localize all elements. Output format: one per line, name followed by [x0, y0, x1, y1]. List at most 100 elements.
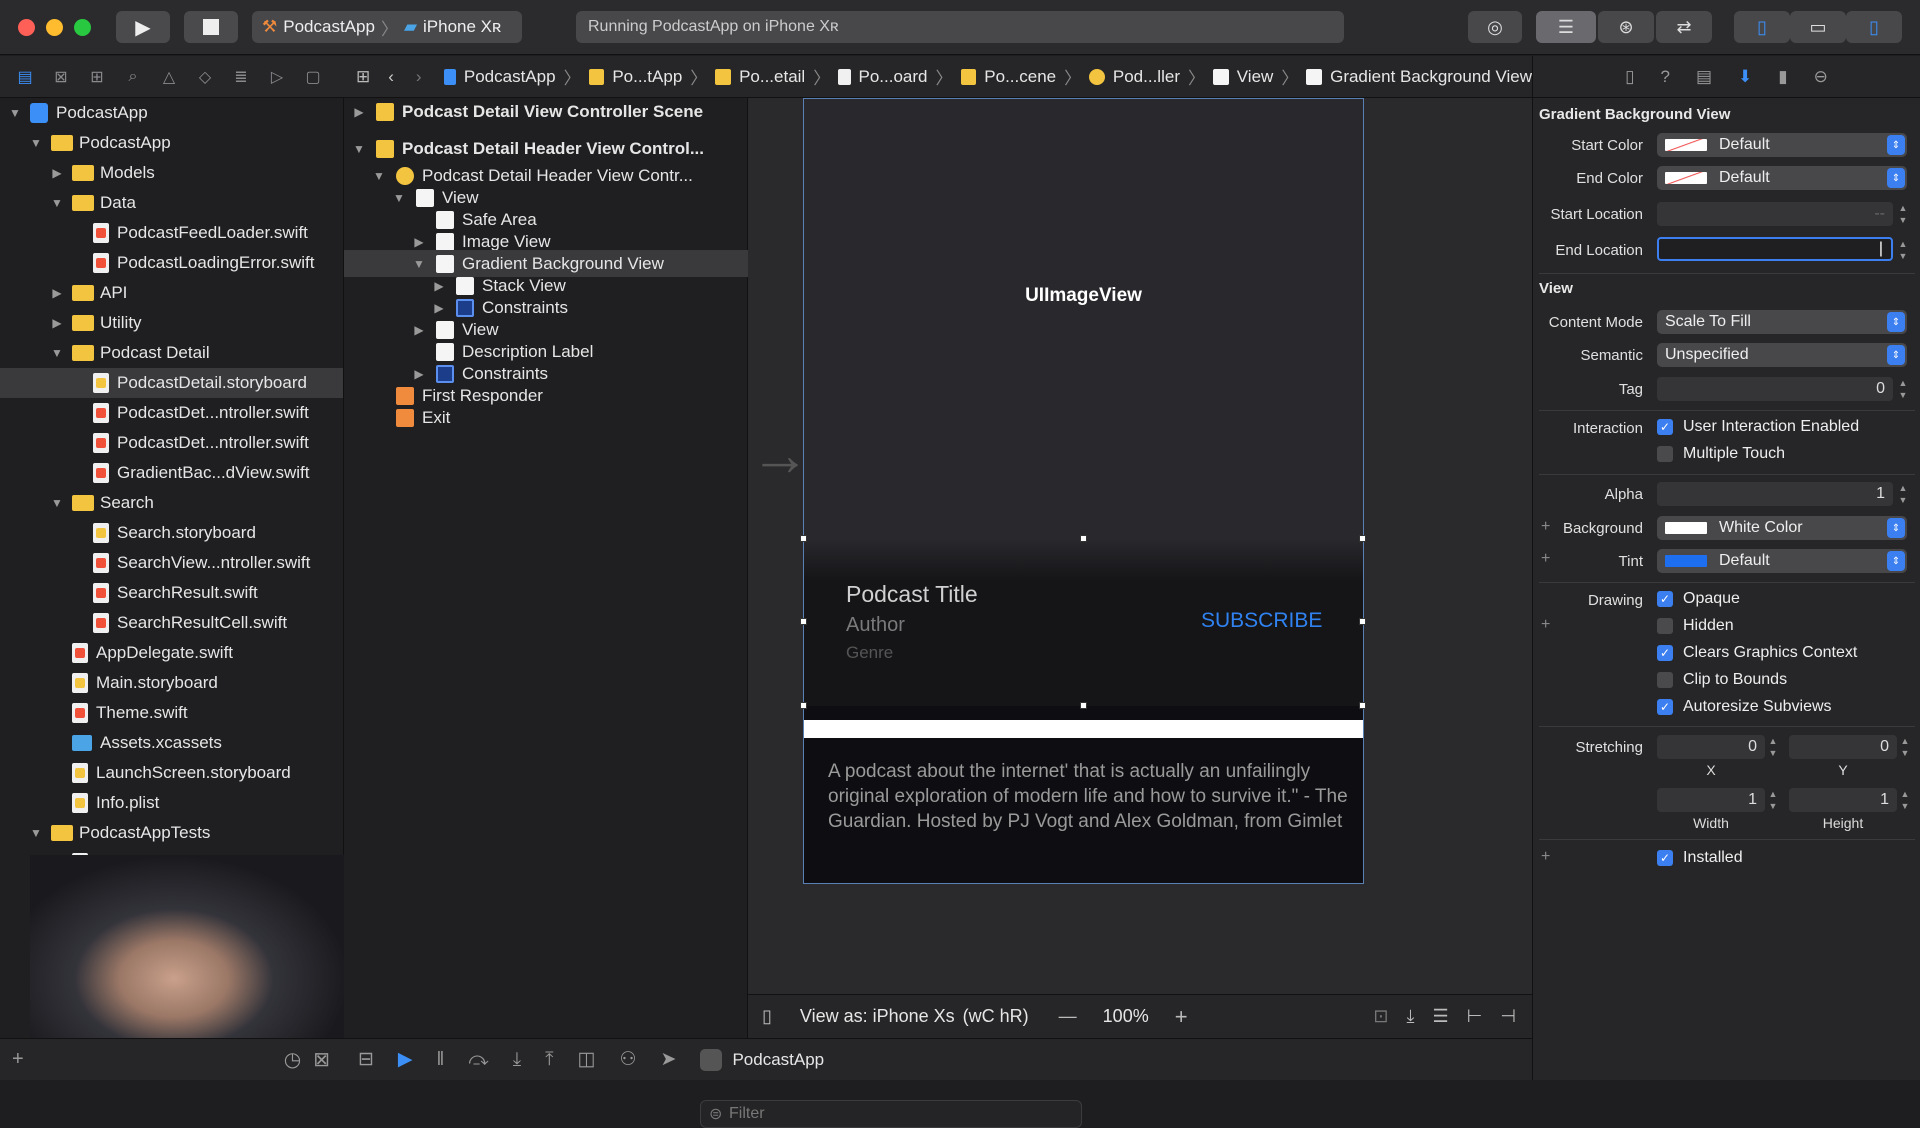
background-popup[interactable]: White Color ⇕: [1657, 516, 1907, 540]
navigator-row[interactable]: AppDelegate.swift: [0, 638, 343, 668]
close-window-button[interactable]: [18, 18, 35, 36]
jumpbar-item[interactable]: Po...cene: [984, 67, 1056, 87]
zoom-window-button[interactable]: [74, 18, 91, 36]
breakpoints-icon[interactable]: ▶: [398, 1048, 413, 1071]
zoom-out-icon[interactable]: —: [1059, 1006, 1077, 1027]
opaque-checkbox[interactable]: ✓ Opaque: [1657, 590, 1740, 608]
disclosure-triangle-icon[interactable]: ▼: [372, 169, 386, 183]
minimize-window-button[interactable]: [46, 18, 63, 36]
tint-popup[interactable]: Default ⇕: [1657, 549, 1907, 573]
add-variation-icon[interactable]: +: [1541, 616, 1550, 634]
toggle-debug-area-button[interactable]: ▭: [1790, 11, 1846, 43]
jumpbar-item[interactable]: Po...etail: [739, 67, 805, 87]
end-color-popup[interactable]: Default ⇕: [1657, 166, 1907, 190]
disclosure-triangle-icon[interactable]: ▼: [50, 496, 64, 510]
folder-icon[interactable]: ▤: [14, 66, 36, 88]
content-mode-popup[interactable]: Scale To Fill ⇕: [1657, 310, 1907, 334]
identity-icon[interactable]: ▤: [1696, 67, 1712, 87]
pause-icon[interactable]: ‖: [437, 1049, 445, 1071]
breakpoint-icon[interactable]: ▷: [266, 66, 288, 88]
navigator-row[interactable]: Theme.swift: [0, 698, 343, 728]
disclosure-triangle-icon[interactable]: ▼: [392, 191, 406, 205]
stretch-x-stepper[interactable]: ▲ ▼: [1767, 735, 1779, 759]
stack-icon[interactable]: ☰: [1432, 1006, 1448, 1027]
navigator-row[interactable]: PodcastLoadingError.swift: [0, 248, 343, 278]
size-icon[interactable]: ▮: [1778, 67, 1787, 87]
toggle-outline-icon[interactable]: ▯: [762, 1006, 772, 1027]
resize-handle[interactable]: [1359, 702, 1366, 709]
multiple-touch-checkbox[interactable]: Multiple Touch: [1657, 445, 1785, 463]
debug-icon[interactable]: ≣: [230, 66, 252, 88]
autoresize-checkbox[interactable]: ✓ Autoresize Subviews: [1657, 698, 1832, 716]
toggle-inspector-button[interactable]: ▯: [1846, 11, 1902, 43]
source-control-icon[interactable]: ⊠: [50, 66, 72, 88]
forward-chevron-icon[interactable]: ›: [416, 67, 422, 87]
hide-debug-icon[interactable]: ⊟: [358, 1048, 374, 1071]
disclosure-triangle-icon[interactable]: ▶: [50, 286, 64, 300]
outline-filter-field[interactable]: ⊜ Filter: [700, 1100, 1082, 1128]
disclosure-triangle-icon[interactable]: ▼: [412, 257, 426, 271]
pin-icon[interactable]: ⊣: [1500, 1006, 1516, 1027]
user-interaction-checkbox[interactable]: ✓ User Interaction Enabled: [1657, 418, 1859, 436]
scm-filter-icon[interactable]: ⊠: [313, 1047, 330, 1072]
disclosure-triangle-icon[interactable]: ▼: [8, 106, 22, 120]
report-icon[interactable]: ▢: [302, 66, 324, 88]
tag-field[interactable]: 0: [1657, 377, 1893, 401]
clears-context-checkbox[interactable]: ✓ Clears Graphics Context: [1657, 644, 1857, 662]
start-location-field[interactable]: --: [1657, 202, 1893, 226]
disclosure-triangle-icon[interactable]: ▼: [352, 142, 366, 156]
semantic-popup[interactable]: Unspecified ⇕: [1657, 343, 1907, 367]
stretch-y-field[interactable]: 0: [1789, 735, 1897, 759]
disclosure-triangle-icon[interactable]: ▼: [29, 136, 43, 150]
start-location-stepper[interactable]: ▲ ▼: [1897, 202, 1909, 226]
symbol-icon[interactable]: ⊞: [86, 66, 108, 88]
location-icon[interactable]: ➤: [661, 1048, 677, 1071]
disclosure-triangle-icon[interactable]: ▶: [352, 105, 366, 119]
stop-button[interactable]: [184, 11, 238, 43]
navigator-row[interactable]: ▼ Podcast Detail: [0, 338, 343, 368]
navigator-row[interactable]: ▼ PodcastAppTests: [0, 818, 343, 848]
disclosure-triangle-icon[interactable]: ▶: [50, 316, 64, 330]
align-icon[interactable]: ⊢: [1467, 1006, 1483, 1027]
navigator-row[interactable]: SearchResult.swift: [0, 578, 343, 608]
start-color-popup[interactable]: Default ⇕: [1657, 133, 1907, 157]
tag-stepper[interactable]: ▲ ▼: [1897, 377, 1909, 401]
separator-view[interactable]: [804, 720, 1363, 738]
disclosure-triangle-icon[interactable]: ▶: [412, 367, 426, 381]
navigator-row[interactable]: ▶ Utility: [0, 308, 343, 338]
view-as-button[interactable]: View as: iPhone Xs: [800, 1006, 955, 1027]
subscribe-button[interactable]: SUBSCRIBE: [1201, 609, 1322, 633]
connections-icon[interactable]: ⊖: [1814, 67, 1828, 87]
navigator-row[interactable]: ▶ Models: [0, 158, 343, 188]
stretch-x-field[interactable]: 0: [1657, 735, 1765, 759]
scheme-selector[interactable]: ⚒ PodcastApp 〉 ▰ iPhone Xʀ: [252, 11, 522, 43]
add-icon[interactable]: +: [12, 1048, 24, 1071]
stretch-height-field[interactable]: 1: [1789, 788, 1897, 812]
jumpbar-item[interactable]: Po...oard: [859, 67, 928, 87]
disclosure-triangle-icon[interactable]: ▼: [50, 196, 64, 210]
device-scene[interactable]: UIImageView Podcast Title Author Genre S…: [800, 98, 1366, 884]
memory-graph-icon[interactable]: ⚇: [619, 1048, 636, 1071]
hidden-checkbox[interactable]: Hidden: [1657, 617, 1734, 635]
zoom-in-icon[interactable]: +: [1175, 1004, 1188, 1030]
stretch-width-stepper[interactable]: ▲ ▼: [1767, 788, 1779, 812]
jumpbar-item[interactable]: View: [1237, 67, 1274, 87]
navigator-row[interactable]: PodcastFeedLoader.swift: [0, 218, 343, 248]
navigator-row[interactable]: ▶ API: [0, 278, 343, 308]
version-editor-button[interactable]: ⇄: [1656, 11, 1712, 43]
navigator-row[interactable]: GradientBac...dView.swift: [0, 458, 343, 488]
assistant-editor-button[interactable]: ⊛: [1598, 11, 1654, 43]
navigator-row[interactable]: Assets.xcassets: [0, 728, 343, 758]
navigator-row[interactable]: Info.plist: [0, 788, 343, 818]
recent-icon[interactable]: ◷: [284, 1047, 301, 1072]
view-debugger-icon[interactable]: ◫: [578, 1048, 596, 1071]
test-icon[interactable]: ◇: [194, 66, 216, 88]
attributes-icon[interactable]: ⬇: [1738, 67, 1752, 87]
jumpbar-item[interactable]: PodcastApp: [464, 67, 556, 87]
run-button[interactable]: ▶: [116, 11, 170, 43]
disclosure-triangle-icon[interactable]: ▶: [50, 166, 64, 180]
resize-handle[interactable]: [800, 618, 807, 625]
alpha-field[interactable]: 1: [1657, 482, 1893, 506]
help-icon[interactable]: ?: [1660, 67, 1669, 87]
stretch-height-stepper[interactable]: ▲ ▼: [1899, 788, 1911, 812]
